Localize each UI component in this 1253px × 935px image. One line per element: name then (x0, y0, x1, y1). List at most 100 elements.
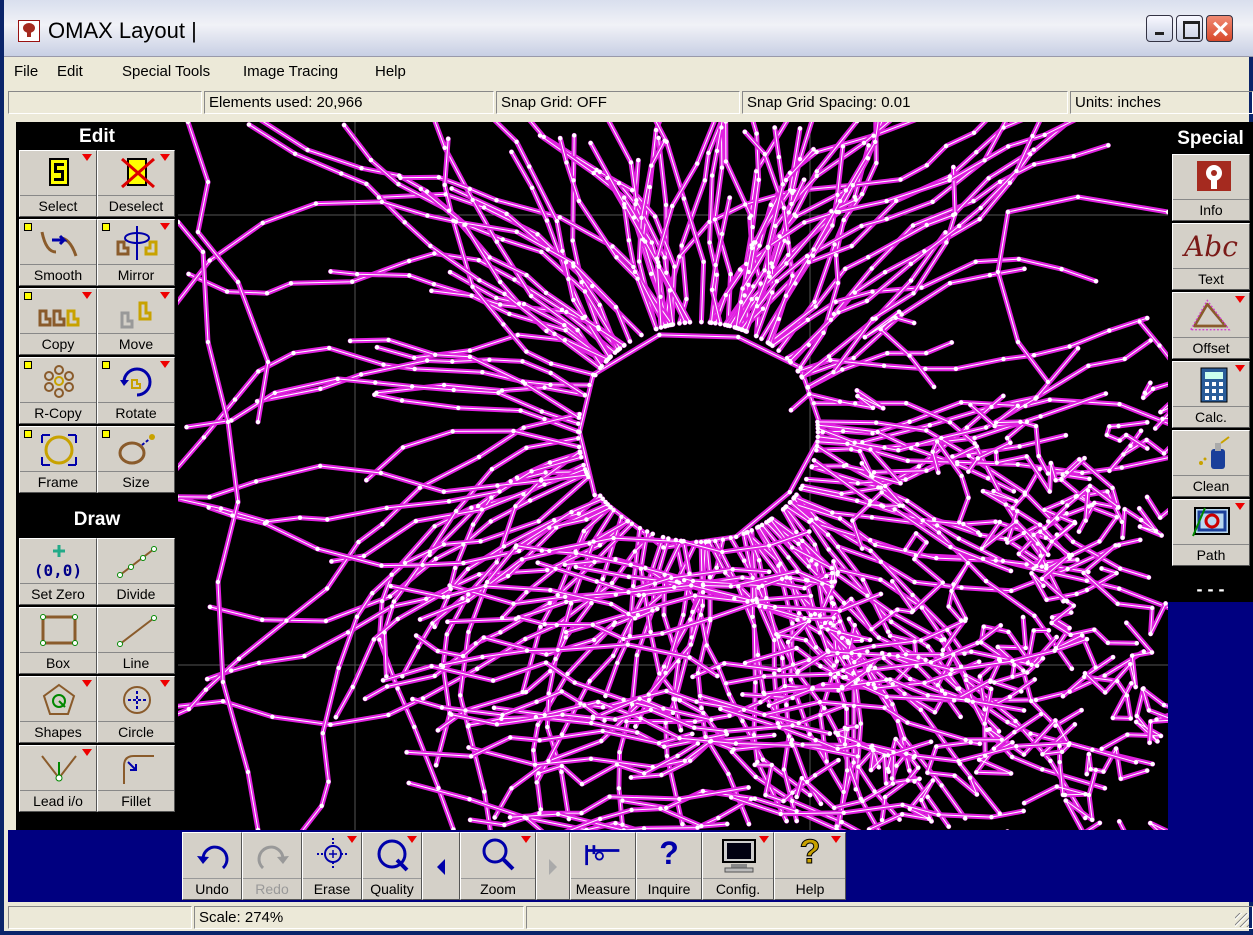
menu-file[interactable]: File (14, 63, 38, 80)
path-node (625, 642, 630, 647)
path-node (840, 429, 846, 434)
quality-button[interactable]: Quality (362, 832, 422, 900)
resize-grip[interactable] (1235, 913, 1249, 927)
omax-logo-icon (18, 20, 40, 42)
traced-drawing[interactable] (178, 122, 1168, 830)
traced-path[interactable] (862, 309, 937, 390)
path-button[interactable]: Path (1172, 499, 1250, 566)
config-button[interactable]: Config. (702, 832, 774, 900)
traced-path[interactable] (1137, 319, 1169, 401)
path-node (896, 448, 901, 453)
fillet-button[interactable]: Fillet (97, 745, 175, 812)
traced-path[interactable] (254, 357, 588, 404)
path-node (820, 581, 825, 586)
path-node (784, 818, 789, 824)
path-node (563, 328, 568, 333)
calc-button[interactable]: Calc. (1172, 361, 1250, 428)
select-button[interactable]: Select (19, 150, 97, 217)
box-button[interactable]: Box (19, 607, 97, 674)
path-node (362, 696, 368, 701)
path-node (461, 542, 466, 547)
path-node (821, 330, 826, 335)
line-button[interactable]: Line (97, 607, 175, 674)
divide-button[interactable]: Divide (97, 538, 175, 605)
path-node (205, 339, 211, 345)
path-node (381, 362, 386, 367)
inquire-button[interactable]: ? Inquire (636, 832, 702, 900)
minimize-button[interactable] (1146, 15, 1173, 42)
path-node (817, 613, 822, 618)
lead-io-button[interactable]: Lead i/o (19, 745, 97, 812)
path-node (1046, 552, 1051, 557)
path-node (497, 489, 502, 494)
path-node (792, 212, 797, 217)
clean-button[interactable]: Clean (1172, 430, 1250, 497)
path-node (768, 517, 773, 522)
redo-button[interactable]: Redo (242, 832, 302, 900)
copy-button[interactable]: Copy (19, 288, 97, 355)
mirror-button[interactable]: Mirror (97, 219, 175, 286)
r-copy-button[interactable]: R-Copy (19, 357, 97, 424)
move-button[interactable]: Move (97, 288, 175, 355)
menu-image-tracing[interactable]: Image Tracing (243, 63, 338, 80)
path-node (524, 273, 529, 278)
path-node (852, 290, 857, 295)
set-zero-button[interactable]: (0,0) Set Zero (19, 538, 97, 605)
info-button[interactable]: Info (1172, 154, 1250, 221)
zoom-button[interactable]: Zoom (460, 832, 536, 900)
deselect-button[interactable]: Deselect (97, 150, 175, 217)
smooth-button[interactable]: Smooth (19, 219, 97, 286)
path-node (925, 644, 931, 649)
path-node (1137, 506, 1142, 511)
path-node (621, 343, 627, 348)
close-button[interactable] (1206, 15, 1233, 42)
path-node (722, 661, 727, 666)
path-node (794, 645, 799, 651)
path-node (435, 728, 441, 733)
path-node (878, 559, 883, 564)
path-node (481, 205, 487, 210)
zoom-in-arrow-button[interactable] (536, 832, 570, 900)
maximize-button[interactable] (1176, 15, 1203, 42)
rotate-button[interactable]: Rotate (97, 357, 175, 424)
path-node (680, 539, 685, 544)
path-node (878, 327, 883, 332)
help-button[interactable]: ? Help (774, 832, 846, 900)
traced-path[interactable] (1116, 818, 1168, 830)
menu-help[interactable]: Help (375, 63, 406, 80)
text-button[interactable]: Abc Text (1172, 223, 1250, 290)
path-node (450, 359, 455, 364)
offset-button[interactable]: Offset (1172, 292, 1250, 359)
path-node (766, 703, 772, 708)
path-node (441, 489, 446, 494)
menu-special-tools[interactable]: Special Tools (122, 63, 210, 80)
path-node (892, 507, 897, 512)
path-node (677, 321, 682, 326)
path-node (1065, 503, 1070, 508)
drawing-canvas[interactable] (178, 122, 1168, 830)
menu-edit[interactable]: Edit (57, 63, 83, 80)
path-node (576, 415, 582, 420)
frame-button[interactable]: Frame (19, 426, 97, 493)
path-node (600, 728, 605, 734)
info-bar: Elements used: 20,966 Snap Grid: OFF Sna… (8, 91, 1253, 116)
erase-button[interactable]: Erase (302, 832, 362, 900)
path-node (767, 274, 772, 279)
shapes-button[interactable]: Shapes (19, 676, 97, 743)
path-node (1099, 746, 1104, 752)
measure-button[interactable]: Measure (570, 832, 636, 900)
path-node (410, 696, 415, 702)
path-node (964, 425, 970, 430)
path-node (836, 630, 842, 635)
zoom-out-arrow-button[interactable] (422, 832, 460, 900)
circle-button[interactable]: Circle (97, 676, 175, 743)
traced-path[interactable] (1005, 194, 1168, 215)
path-node (872, 789, 877, 794)
traced-path[interactable] (178, 219, 261, 830)
path-node (535, 232, 540, 237)
path-node (427, 549, 432, 555)
size-button[interactable]: Size (97, 426, 175, 493)
path-node (487, 255, 492, 260)
path-node (852, 623, 857, 628)
undo-button[interactable]: Undo (182, 832, 242, 900)
